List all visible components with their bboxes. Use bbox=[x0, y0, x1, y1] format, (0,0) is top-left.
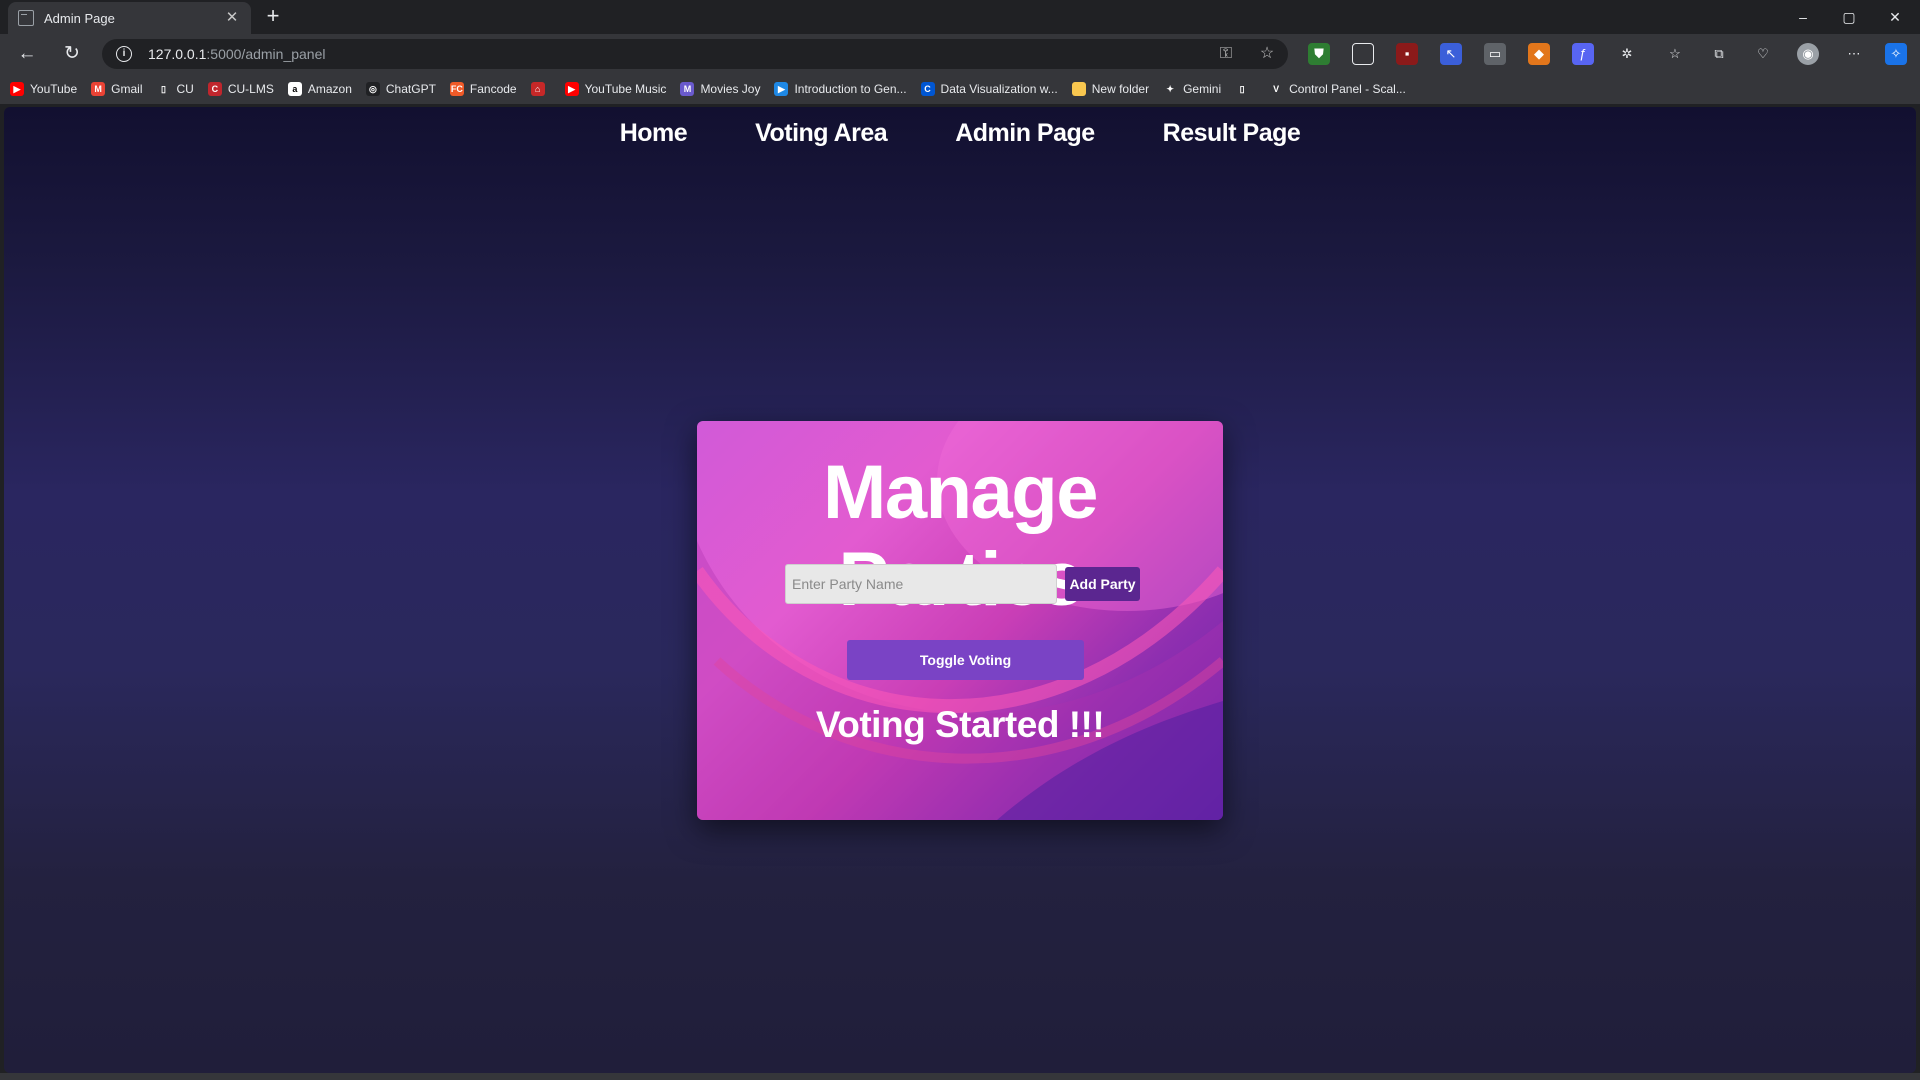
bookmark-item[interactable]: ▯ bbox=[1235, 82, 1255, 96]
bookmark-item[interactable]: ▶ Introduction to Gen... bbox=[774, 82, 907, 96]
add-party-button[interactable]: Add Party bbox=[1065, 567, 1140, 601]
metamask-icon[interactable]: ◆ bbox=[1528, 43, 1550, 65]
bookmark-label: YouTube bbox=[30, 82, 78, 96]
bookmark-item[interactable]: New folder bbox=[1071, 82, 1150, 96]
url-path: :5000/admin_panel bbox=[206, 46, 326, 62]
reload-icon[interactable]: ↻ bbox=[60, 42, 84, 66]
gmail-icon: M bbox=[91, 82, 106, 96]
key-icon[interactable]: ⚿ bbox=[1216, 44, 1236, 64]
nav-link-home[interactable]: Home bbox=[620, 119, 688, 148]
new-tab-button[interactable]: + bbox=[262, 4, 284, 28]
bookmark-label: Amazon bbox=[307, 82, 352, 96]
chatgpt-icon: ◎ bbox=[365, 82, 380, 96]
minimize-button[interactable]: – bbox=[1780, 0, 1826, 34]
gemini-icon: ✦ bbox=[1163, 82, 1178, 96]
bookmark-item[interactable]: ▯ CU bbox=[156, 82, 194, 96]
copilot-icon[interactable]: ✧ bbox=[1885, 43, 1907, 65]
bookmark-label: CU bbox=[176, 82, 194, 96]
coursera-icon: C bbox=[920, 82, 935, 96]
browser-toolbar: ← ↻ i 127.0.0.1 :5000/admin_panel ⚿ ☆ ⛊ … bbox=[0, 34, 1920, 74]
bookmark-label: Control Panel - Scal... bbox=[1289, 82, 1406, 96]
cursor-extension-icon[interactable]: ↖ bbox=[1440, 43, 1462, 65]
collections-icon[interactable]: ⧉ bbox=[1708, 43, 1730, 65]
bookmark-item[interactable]: ◎ ChatGPT bbox=[365, 82, 436, 96]
nav-link-result-page[interactable]: Result Page bbox=[1163, 119, 1301, 148]
page-icon: ▯ bbox=[156, 82, 171, 96]
page-viewport: Home Voting Area Admin Page Result Page … bbox=[4, 107, 1916, 1073]
toggle-voting-button[interactable]: Toggle Voting bbox=[847, 640, 1084, 680]
purple-extension-icon[interactable]: ƒ bbox=[1572, 43, 1594, 65]
folder-icon bbox=[1071, 82, 1086, 96]
manage-parties-card: Manage Parties Add Party Toggle Voting V… bbox=[697, 421, 1223, 820]
profile-avatar-icon[interactable]: ◉ bbox=[1797, 43, 1819, 65]
movies-joy-icon: M bbox=[680, 82, 695, 96]
bookmark-label: Gmail bbox=[111, 82, 143, 96]
bookmark-item[interactable]: M Gmail bbox=[91, 82, 143, 96]
party-name-input[interactable] bbox=[785, 564, 1057, 604]
back-arrow-icon[interactable]: ← bbox=[15, 42, 39, 66]
tab-close-icon[interactable]: ✕ bbox=[223, 9, 241, 27]
grey-extension-icon[interactable]: ▭ bbox=[1484, 43, 1506, 65]
bookmark-label: Movies Joy bbox=[700, 82, 761, 96]
amazon-icon: a bbox=[287, 82, 302, 96]
favorites-icon[interactable]: ☆ bbox=[1664, 43, 1686, 65]
bookmark-label: Data Visualization w... bbox=[940, 82, 1058, 96]
page-icon: ▯ bbox=[1235, 82, 1250, 96]
bookmark-label: ChatGPT bbox=[385, 82, 436, 96]
bookmark-star-icon[interactable]: ☆ bbox=[1257, 44, 1277, 64]
close-window-button[interactable]: ✕ bbox=[1872, 0, 1918, 34]
nav-link-admin-page[interactable]: Admin Page bbox=[955, 119, 1095, 148]
site-nav: Home Voting Area Admin Page Result Page bbox=[4, 119, 1916, 148]
browser-essentials-icon[interactable]: ♡ bbox=[1752, 43, 1774, 65]
nav-link-voting-area[interactable]: Voting Area bbox=[755, 119, 888, 148]
bookmark-item[interactable]: ⌂ bbox=[530, 82, 551, 96]
extensions-puzzle-icon[interactable]: ✲ bbox=[1616, 43, 1638, 65]
bookmark-item[interactable]: C CU-LMS bbox=[207, 82, 274, 96]
youtube-music-icon: ▶ bbox=[564, 82, 579, 96]
bookmark-item[interactable]: ✦ Gemini bbox=[1163, 82, 1221, 96]
terminal-favicon-icon bbox=[18, 10, 34, 26]
tab-title: Admin Page bbox=[44, 10, 115, 26]
browser-tab-active[interactable]: Admin Page ✕ bbox=[8, 2, 251, 34]
bookmark-label: CU-LMS bbox=[227, 82, 274, 96]
url-host: 127.0.0.1 bbox=[148, 46, 207, 62]
bookmark-label: YouTube Music bbox=[584, 82, 667, 96]
bookmark-label: Introduction to Gen... bbox=[794, 82, 907, 96]
extension-red-icon[interactable]: ▪ bbox=[1396, 43, 1418, 65]
red-logo-icon: ⌂ bbox=[530, 82, 545, 96]
cu-lms-icon: C bbox=[207, 82, 222, 96]
bookmark-label: Gemini bbox=[1183, 82, 1222, 96]
bookmark-item[interactable]: ▶ YouTube bbox=[10, 82, 77, 96]
restore-button[interactable]: ▢ bbox=[1826, 0, 1872, 34]
address-bar[interactable]: i 127.0.0.1 :5000/admin_panel ⚿ ☆ bbox=[102, 39, 1288, 69]
more-menu-icon[interactable]: ⋯ bbox=[1843, 43, 1865, 65]
video-icon: ▶ bbox=[774, 82, 789, 96]
window-bottom-edge bbox=[0, 1073, 1920, 1080]
bookmark-item[interactable]: C Data Visualization w... bbox=[920, 82, 1058, 96]
bookmark-label: New folder bbox=[1091, 82, 1150, 96]
tab-bar: Admin Page ✕ + – ▢ ✕ bbox=[0, 0, 1920, 34]
bookmark-item[interactable]: ▶ YouTube Music bbox=[564, 82, 667, 96]
bookmark-item[interactable]: V Control Panel - Scal... bbox=[1269, 82, 1406, 96]
bookmark-item[interactable]: M Movies Joy bbox=[680, 82, 760, 96]
site-info-icon[interactable]: i bbox=[116, 46, 132, 62]
bookmark-item[interactable]: a Amazon bbox=[287, 82, 352, 96]
shield-extension-icon[interactable]: ⛊ bbox=[1308, 43, 1330, 65]
picture-in-picture-icon[interactable] bbox=[1352, 43, 1374, 65]
voting-status-text: Voting Started !!! bbox=[815, 704, 1105, 745]
bookmark-item[interactable]: FC Fancode bbox=[449, 82, 517, 96]
bookmarks-bar: ▶ YouTube M Gmail ▯ CU C CU-LMS a Amazon ◎ ChatGPT F… bbox=[0, 74, 1920, 104]
youtube-icon: ▶ bbox=[10, 82, 24, 96]
fancode-icon: FC bbox=[449, 82, 464, 96]
control-panel-icon: V bbox=[1269, 82, 1284, 96]
bookmark-label: Fancode bbox=[469, 82, 517, 96]
